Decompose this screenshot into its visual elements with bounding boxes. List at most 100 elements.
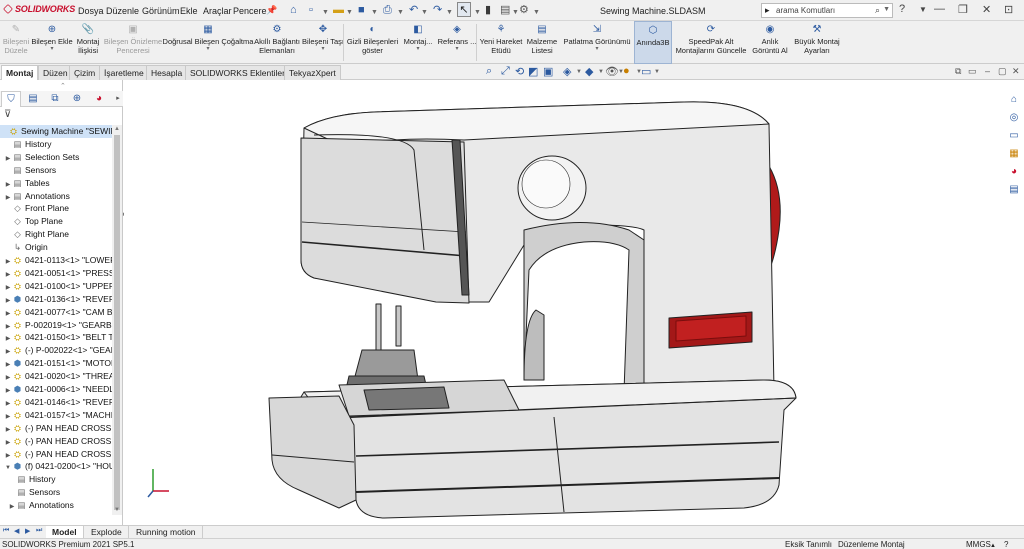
- undo-dropdown-icon[interactable]: ▼: [421, 6, 428, 20]
- view-palette-icon[interactable]: ▦: [1005, 146, 1023, 162]
- tree-node[interactable]: ▶ ⛭ P-002019<1> "GEARBE: [0, 319, 112, 332]
- tree-node[interactable]: ▶ ⬢ 0421-0006<1> "NEEDLI: [0, 383, 112, 396]
- scrollbar-thumb[interactable]: [114, 135, 120, 510]
- displaymanager-tab-icon[interactable]: ◕: [89, 91, 109, 107]
- filter-icon[interactable]: ⊽: [4, 109, 11, 120]
- restore-icon[interactable]: ❐: [958, 3, 968, 16]
- last-tab-icon[interactable]: ⏭: [36, 527, 42, 535]
- view-settings-dropdown-icon[interactable]: ▼: [654, 69, 660, 75]
- search-input[interactable]: arama Komutları: [776, 6, 835, 15]
- rebuild-dropdown-icon[interactable]: ▼: [512, 6, 519, 20]
- viewport-maximize-icon[interactable]: ▢: [998, 66, 1007, 77]
- tree-node[interactable]: ▶ ⛭ (-) PAN HEAD CROSS M: [0, 448, 112, 461]
- tree-node[interactable]: ▶ ⛭ 0421-0150<1> "BELT TE: [0, 331, 112, 344]
- viewport-restore-icon[interactable]: ⧉: [955, 66, 961, 77]
- tree-node[interactable]: ▶ ▤ Selection Sets: [0, 151, 80, 164]
- options-gear-icon[interactable]: ⚙: [519, 3, 529, 17]
- menu-window[interactable]: Pencere: [233, 6, 267, 16]
- home-icon[interactable]: ⌂: [290, 3, 297, 17]
- edit-appearance-icon[interactable]: ●: [623, 65, 630, 77]
- tree-vertical-scrollbar[interactable]: ▲ ▼: [112, 125, 122, 515]
- print-dropdown-icon[interactable]: ▼: [397, 6, 404, 20]
- file-explorer-icon[interactable]: ▭: [1005, 128, 1023, 144]
- appearances-icon[interactable]: ◕: [1005, 164, 1023, 180]
- menu-tools[interactable]: Araçlar: [203, 6, 232, 16]
- redo-icon[interactable]: ↷: [433, 3, 442, 17]
- save-dropdown-icon[interactable]: ▼: [371, 6, 378, 20]
- tree-root-node[interactable]: ⛭ Sewing Machine "SEWING I: [0, 125, 112, 138]
- view-orientation-dropdown-icon[interactable]: ▼: [576, 69, 582, 75]
- new-dropdown-icon[interactable]: ▼: [322, 6, 329, 20]
- panel-grip-icon[interactable]: ⌃: [60, 82, 66, 90]
- select-arrow-icon[interactable]: ↖: [457, 2, 471, 17]
- previous-view-icon[interactable]: ⟲: [515, 65, 524, 78]
- pin-toolbar-icon[interactable]: ⊡: [1004, 3, 1013, 16]
- tree-node[interactable]: ▶ ⛭ 0421-0051<1> "PRESSE: [0, 267, 112, 280]
- tab-evaluate[interactable]: Hesapla: [146, 65, 188, 80]
- display-style-dropdown-icon[interactable]: ▼: [598, 69, 604, 75]
- rebuild-icon[interactable]: ▤: [500, 3, 510, 17]
- menu-file[interactable]: Dosya: [78, 6, 104, 16]
- show-hidden-components-button[interactable]: ◐ Gizli Bileşenleri göster: [345, 21, 400, 64]
- unit-system[interactable]: MMGS: [966, 540, 991, 549]
- view-orientation-icon[interactable]: ◈: [563, 65, 571, 78]
- save-icon[interactable]: ■: [358, 3, 365, 17]
- help-icon[interactable]: ?: [899, 3, 905, 15]
- tree-node[interactable]: ▤ History: [0, 473, 55, 486]
- bom-button[interactable]: ▤ Malzeme Listesi: [524, 21, 560, 64]
- solidworks-logo[interactable]: SOLIDWORKS: [3, 4, 75, 14]
- first-tab-icon[interactable]: ⏮: [3, 527, 9, 535]
- tab-sketch[interactable]: Çizim: [69, 65, 101, 80]
- search-dropdown-icon[interactable]: ▼: [883, 6, 890, 13]
- edit-component-button[interactable]: ✎ Bileşeni Düzele: [0, 21, 32, 64]
- hide-show-items-icon[interactable]: 👁: [605, 65, 619, 78]
- options-dropdown-icon[interactable]: ▼: [533, 6, 540, 20]
- new-document-icon[interactable]: ▫: [309, 3, 313, 17]
- tab-layout[interactable]: Düzen: [38, 65, 73, 80]
- search-commands-box[interactable]: ▸ arama Komutları ⌕ ▼: [761, 3, 893, 18]
- menu-view[interactable]: Görünüm: [142, 6, 180, 16]
- tab-markup[interactable]: İşaretleme: [99, 65, 149, 80]
- dimxpert-tab-icon[interactable]: ⊕: [67, 91, 87, 107]
- zoom-to-fit-icon[interactable]: ⌕: [486, 65, 492, 78]
- viewport-close-icon[interactable]: ✕: [1012, 66, 1020, 77]
- help-dropdown-icon[interactable]: ▼: [919, 5, 927, 14]
- print-icon[interactable]: ⎙: [383, 3, 392, 17]
- tree-node[interactable]: ▶ ⬢ 0421-0136<1> "REVERS: [0, 293, 112, 306]
- tree-node[interactable]: ▤ Sensors: [0, 486, 60, 499]
- mate-button[interactable]: 📎 Montaj İlişkisi: [73, 21, 103, 64]
- linear-pattern-button[interactable]: ▦ Doğrusal Bileşen Çoğaltma ▾: [162, 21, 254, 64]
- design-library-icon[interactable]: ◎: [1005, 110, 1023, 126]
- insert-component-button[interactable]: ⊕ Bileşen Ekle ▾: [30, 21, 74, 64]
- new-motion-study-button[interactable]: ⚘ Yeni Hareket Etüdü: [478, 21, 524, 64]
- next-tab-icon[interactable]: ▶: [25, 527, 30, 535]
- propertymanager-tab-icon[interactable]: ▤: [23, 91, 43, 107]
- tree-node[interactable]: ▶ ⛭ 0421-0020<1> "THREAI: [0, 370, 112, 383]
- prev-tab-icon[interactable]: ◀: [14, 527, 19, 535]
- scroll-down-icon[interactable]: ▼: [114, 507, 120, 513]
- tree-node[interactable]: ▤ History: [0, 138, 51, 151]
- assembly-features-button[interactable]: ◧ Montaj... ▾: [401, 21, 435, 64]
- smart-fasteners-button[interactable]: ⚙ Akıllı Bağlantı Elemanları: [254, 21, 300, 64]
- redo-dropdown-icon[interactable]: ▼: [446, 6, 453, 20]
- move-component-button[interactable]: ✥ Bileşeni Taşı ▾: [302, 21, 344, 64]
- dynamic-annotation-icon[interactable]: ▣: [543, 65, 553, 78]
- menu-insert[interactable]: Ekle: [180, 6, 198, 16]
- tree-node[interactable]: ◇ Front Plane: [0, 202, 69, 215]
- tree-node[interactable]: ▶ ⛭ 0421-0146<1> "REVERS: [0, 396, 112, 409]
- tree-node[interactable]: ▶ ▤ Tables: [0, 177, 50, 190]
- traffic-light-icon[interactable]: ▮: [485, 3, 491, 17]
- tree-node[interactable]: ▶ ⛭ (-) PAN HEAD CROSS M: [0, 422, 112, 435]
- take-snapshot-button[interactable]: ◉ Anlık Görüntü Al: [750, 21, 790, 64]
- tab-tekyazxpert[interactable]: TekyazXpert: [284, 65, 341, 80]
- tree-node[interactable]: ▶ ⛭ 0421-0157<1> "MACHII: [0, 409, 112, 422]
- featuremanager-tab-icon[interactable]: ⛉: [1, 91, 21, 107]
- solidworks-resources-icon[interactable]: ⌂: [1005, 92, 1023, 108]
- tree-node[interactable]: ▶ ⛭ (-) PAN HEAD CROSS M: [0, 435, 112, 448]
- close-window-icon[interactable]: ✕: [982, 3, 991, 16]
- search-icon[interactable]: ⌕: [875, 5, 880, 16]
- sewing-machine-model[interactable]: [124, 80, 1002, 525]
- tree-node[interactable]: ▶ ▤ Annotations: [0, 499, 74, 512]
- tree-node[interactable]: ▶ ⛭ (-) P-002022<1> "GEAR: [0, 344, 112, 357]
- tree-node[interactable]: ▶ ⛭ 0421-0113<1> "LOWER: [0, 254, 112, 267]
